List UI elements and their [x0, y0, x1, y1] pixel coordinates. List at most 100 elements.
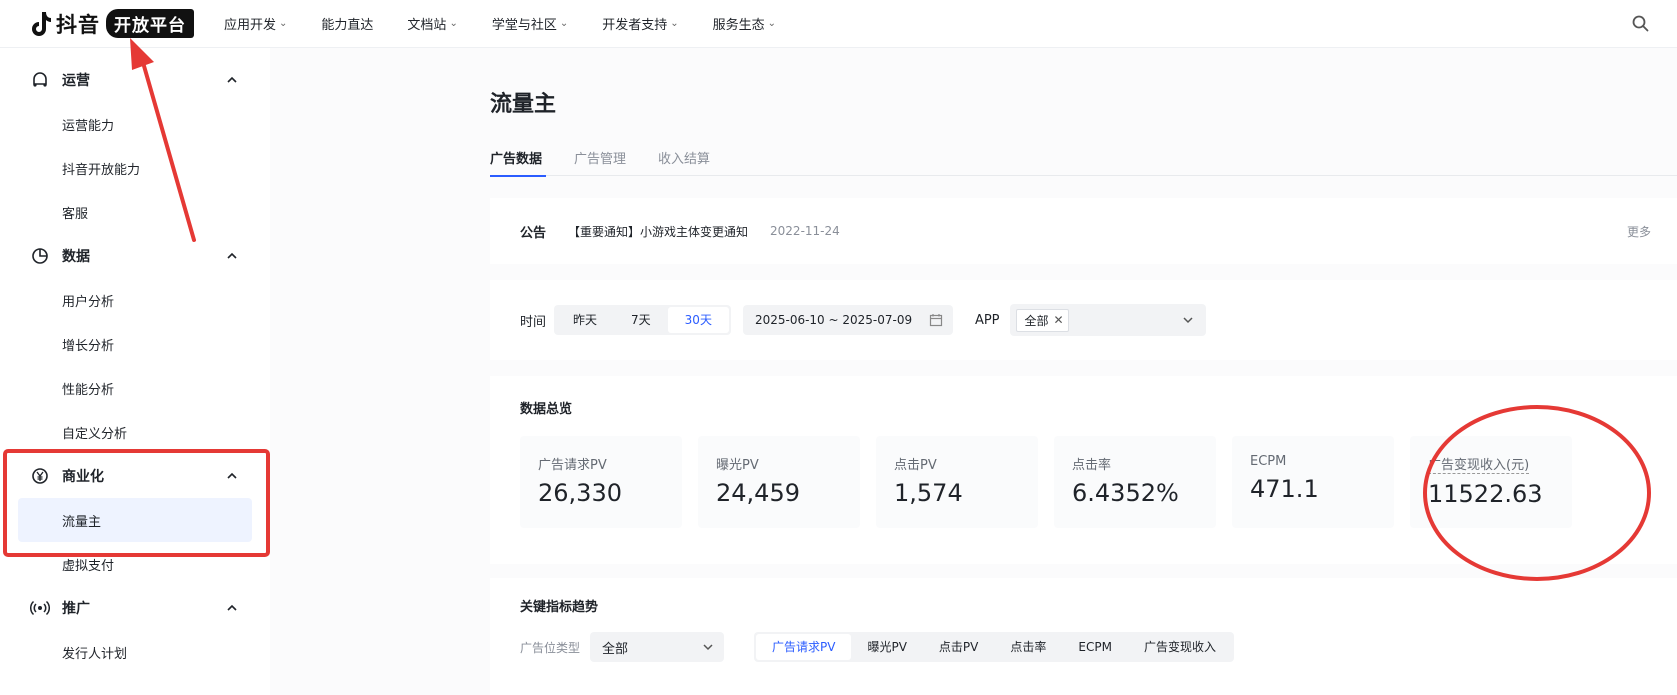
close-icon[interactable]: ✕: [1054, 313, 1064, 327]
metric-value: 6.4352%: [1072, 479, 1179, 507]
menu-support[interactable]: 开发者支持 ⌄: [602, 14, 678, 33]
overview-title: 数据总览: [520, 402, 573, 417]
slot-type-select[interactable]: 全部: [590, 632, 725, 662]
sidebar-item-user-analysis[interactable]: 用户分析: [0, 278, 270, 322]
sidebar-item-douyin-open-capability[interactable]: 抖音开放能力: [0, 146, 270, 190]
chevron-down-icon: ⌄: [449, 18, 458, 29]
sidebar-group-title: 商业化: [62, 469, 104, 485]
sidebar-group-head-monetization[interactable]: 商业化: [0, 454, 270, 498]
brand-name: 抖音: [56, 12, 100, 37]
notice-bar: 公告 【重要通知】小游戏主体变更通知 2022-11-24 更多: [490, 198, 1677, 264]
main-content: 流量主 广告数据 广告管理 收入结算 公告 【重要通知】小游戏主体变更通知 20…: [270, 48, 1677, 695]
menu-app-dev[interactable]: 应用开发 ⌄: [224, 14, 287, 33]
tab-ad-data[interactable]: 广告数据: [490, 138, 547, 177]
logo[interactable]: 抖音 开放平台: [30, 0, 194, 48]
metric-card-ctr: 点击率 6.4352%: [1054, 436, 1216, 528]
menu-label: 开发者支持: [602, 18, 668, 33]
metric-option-ctr[interactable]: 点击率: [994, 634, 1062, 660]
sidebar-group-head-data[interactable]: 数据: [0, 234, 270, 278]
metric-option-ecpm[interactable]: ECPM: [1062, 634, 1128, 660]
app-tag-label: 全部: [1024, 313, 1049, 328]
metric-value: 24,459: [716, 479, 800, 507]
tab-bar: 广告数据 广告管理 收入结算: [490, 138, 1677, 177]
metric-card-ad-request-pv: 广告请求PV 26,330: [520, 436, 682, 528]
notice-link[interactable]: 【重要通知】小游戏主体变更通知: [568, 223, 748, 240]
chevron-down-icon: [703, 644, 713, 651]
metric-card-ecpm: ECPM 471.1: [1232, 436, 1394, 528]
time-label: 时间: [520, 314, 547, 330]
metric-card-click-pv: 点击PV 1,574: [876, 436, 1038, 528]
menu-academy[interactable]: 学堂与社区 ⌄: [492, 14, 568, 33]
metric-option-ad-revenue[interactable]: 广告变现收入: [1128, 634, 1232, 660]
sidebar-item-performance-analysis[interactable]: 性能分析: [0, 366, 270, 410]
app-select[interactable]: 全部 ✕: [1009, 304, 1206, 336]
metric-option-exposure-pv[interactable]: 曝光PV: [851, 634, 922, 660]
metric-value: 26,330: [538, 479, 622, 507]
slot-type-label: 广告位类型: [520, 640, 581, 655]
menu-docs[interactable]: 文档站 ⌄: [407, 14, 457, 33]
data-overview: 数据总览 广告请求PV 26,330 曝光PV 24,459 点击PV 1,57…: [490, 376, 1677, 564]
chevron-up-icon: [227, 604, 237, 611]
operation-icon: [33, 72, 47, 87]
top-menu: 应用开发 ⌄ 能力直达 文档站 ⌄ 学堂与社区 ⌄ 开发者支持 ⌄ 服务生态 ⌄: [224, 14, 810, 33]
slot-type-value: 全部: [602, 641, 629, 657]
sidebar-group-title: 推广: [62, 601, 90, 617]
sidebar-item-growth-analysis[interactable]: 增长分析: [0, 322, 270, 366]
date-range-picker[interactable]: 2025-06-10 ~ 2025-07-09: [742, 305, 953, 335]
menu-label: 应用开发: [224, 18, 277, 33]
metric-cards: 广告请求PV 26,330 曝光PV 24,459 点击PV 1,574 点击率…: [520, 436, 1588, 528]
tab-income-settlement[interactable]: 收入结算: [658, 138, 710, 176]
sidebar-group-monetization: 商业化 流量主 虚拟支付: [0, 454, 270, 586]
sidebar-item-publisher-plan[interactable]: 发行人计划: [0, 630, 270, 674]
sidebar-item-operation-capability[interactable]: 运营能力: [0, 102, 270, 146]
app-label: APP: [974, 312, 1000, 328]
metric-card-ad-revenue: 广告变现收入(元) 11522.63: [1410, 436, 1572, 528]
metric-title: 点击率: [1072, 458, 1112, 473]
sidebar-item-virtual-payment[interactable]: 虚拟支付: [0, 542, 270, 586]
sidebar: 运营 运营能力 抖音开放能力 客服 数据 用户分析 增长分析 性能分析 自定义分…: [0, 48, 270, 695]
metric-title: 点击PV: [894, 458, 937, 473]
pie-chart-icon: [32, 248, 48, 264]
calendar-icon: [929, 314, 943, 327]
douyin-note-icon: [32, 11, 51, 36]
time-option-yesterday[interactable]: 昨天: [556, 307, 614, 333]
time-option-7days[interactable]: 7天: [614, 307, 668, 333]
metric-option-ad-request-pv[interactable]: 广告请求PV: [756, 634, 852, 660]
menu-label: 文档站: [407, 18, 447, 33]
metric-title[interactable]: 广告变现收入(元): [1428, 454, 1530, 474]
sidebar-group-title: 数据: [62, 249, 90, 265]
metric-option-click-pv[interactable]: 点击PV: [923, 634, 994, 660]
top-navigation: 抖音 开放平台 应用开发 ⌄ 能力直达 文档站 ⌄ 学堂与社区 ⌄ 开发者支持 ⌄ 服务…: [0, 0, 1677, 48]
sidebar-group-head-promotion[interactable]: 推广: [0, 586, 270, 630]
sidebar-group-data: 数据 用户分析 增长分析 性能分析 自定义分析: [0, 234, 270, 454]
trend-controls: 广告位类型 全部 广告请求PV 曝光PV 点击PV 点击率 ECPM 广告变现收…: [520, 632, 1234, 662]
sidebar-item-traffic-owner[interactable]: 流量主: [18, 498, 252, 542]
chevron-down-icon: ⌄: [670, 18, 679, 29]
notice-date: 2022-11-24: [770, 224, 840, 238]
sidebar-item-custom-analysis[interactable]: 自定义分析: [0, 410, 270, 454]
sidebar-group-title: 运营: [62, 73, 90, 89]
sidebar-item-customer-service[interactable]: 客服: [0, 190, 270, 234]
key-metric-trend: 关键指标趋势 广告位类型 全部 广告请求PV 曝光PV 点击PV 点击率 ECP…: [490, 578, 1677, 695]
metric-title: 广告请求PV: [538, 458, 607, 473]
metric-segment: 广告请求PV 曝光PV 点击PV 点击率 ECPM 广告变现收入: [754, 632, 1234, 662]
metric-title: 曝光PV: [716, 458, 759, 473]
menu-label: 服务生态: [712, 18, 765, 33]
filter-bar: 时间 昨天 7天 30天 2025-06-10 ~ 2025-07-09 APP…: [490, 280, 1677, 360]
broadcast-icon: [30, 600, 50, 616]
brand-badge: 开放平台: [106, 9, 194, 38]
sidebar-group-operation: 运营 运营能力 抖音开放能力 客服: [0, 58, 270, 234]
search-icon[interactable]: [1629, 12, 1653, 36]
tab-ad-management[interactable]: 广告管理: [574, 138, 626, 176]
time-option-30days[interactable]: 30天: [667, 307, 729, 333]
sidebar-group-head-operation[interactable]: 运营: [0, 58, 270, 102]
app-tag: 全部 ✕: [1015, 308, 1069, 332]
notice-label: 公告: [520, 225, 547, 241]
menu-label: 能力直达: [321, 18, 374, 33]
menu-ecosystem[interactable]: 服务生态 ⌄: [713, 14, 776, 33]
chevron-up-icon: [227, 472, 237, 479]
metric-value: 11522.63: [1428, 480, 1543, 508]
notice-more-link[interactable]: 更多: [1627, 223, 1651, 240]
metric-card-exposure-pv: 曝光PV 24,459: [698, 436, 860, 528]
menu-capability[interactable]: 能力直达: [321, 14, 373, 33]
